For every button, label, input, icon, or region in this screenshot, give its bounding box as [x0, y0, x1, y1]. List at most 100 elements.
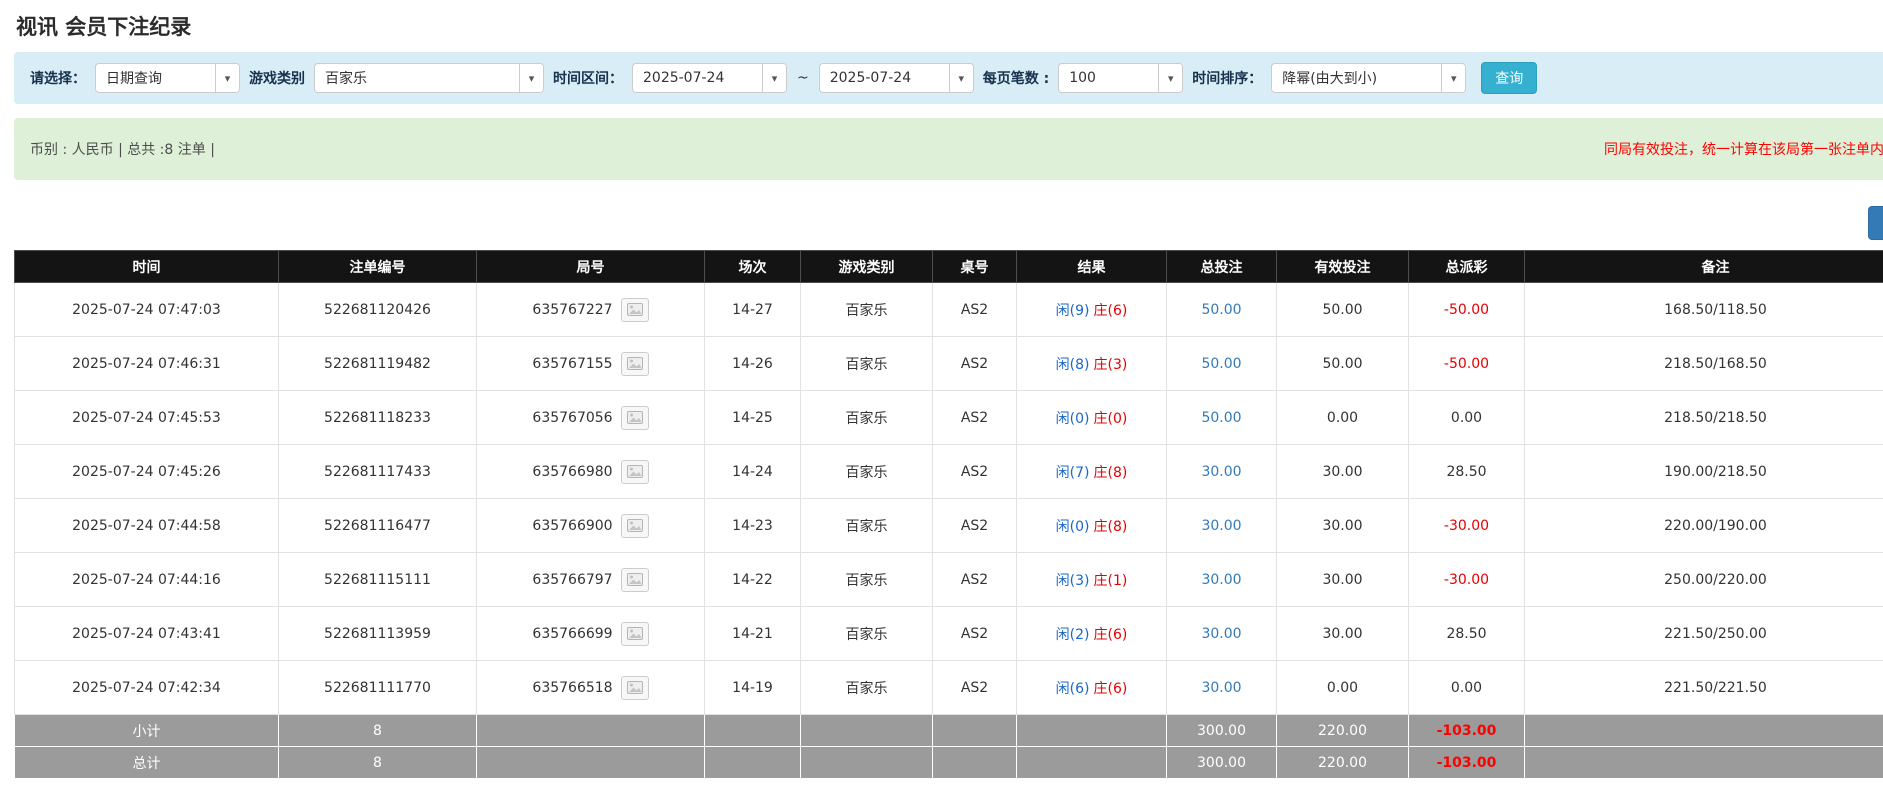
- chevron-down-icon[interactable]: ▾: [1441, 64, 1465, 92]
- cell-time: 2025-07-24 07:46:31: [15, 337, 279, 391]
- result-banker: 庄(6): [1094, 303, 1128, 319]
- subtotal-valid-bet: 220.00: [1277, 715, 1409, 747]
- table-row: 2025-07-24 07:44:16 522681115111 6357667…: [15, 553, 1883, 607]
- empty-cell: [477, 715, 705, 747]
- cell-bet-id: 522681120426: [279, 283, 477, 337]
- table-row: 2025-07-24 07:42:34 522681111770 6357665…: [15, 661, 1883, 715]
- empty-cell: [1017, 747, 1167, 779]
- cell-game-type: 百家乐: [801, 661, 933, 715]
- cell-game-type: 百家乐: [801, 499, 933, 553]
- total-bet-link[interactable]: 50.00: [1167, 337, 1277, 391]
- cell-bet-id: 522681119482: [279, 337, 477, 391]
- round-id-text: 635766900: [532, 518, 612, 534]
- chevron-down-icon[interactable]: ▾: [519, 64, 543, 92]
- sort-order-value: 降幂(由大到小): [1272, 68, 1387, 88]
- cell-valid-bet: 30.00: [1277, 607, 1409, 661]
- cell-table-no: AS2: [933, 337, 1017, 391]
- page-size-select[interactable]: 100 ▾: [1058, 63, 1183, 93]
- empty-cell: [1525, 715, 1883, 747]
- round-id-text: 635766518: [532, 680, 612, 696]
- date-range-label: 时间区间：: [553, 68, 623, 88]
- cell-valid-bet: 50.00: [1277, 337, 1409, 391]
- cell-note: 168.50/118.50: [1525, 283, 1883, 337]
- total-bet-link[interactable]: 50.00: [1167, 391, 1277, 445]
- chevron-down-icon[interactable]: ▾: [762, 64, 786, 92]
- header-note: 备注: [1525, 251, 1883, 283]
- game-type-label: 游戏类别: [249, 68, 305, 88]
- table-row: 2025-07-24 07:47:03 522681120426 6357672…: [15, 283, 1883, 337]
- result-player: 闲(6): [1056, 681, 1090, 697]
- chevron-down-icon[interactable]: ▾: [949, 64, 973, 92]
- chevron-down-icon[interactable]: ▾: [1158, 64, 1182, 92]
- game-record-icon[interactable]: [621, 676, 649, 700]
- total-bet-link[interactable]: 30.00: [1167, 661, 1277, 715]
- game-record-icon[interactable]: [621, 514, 649, 538]
- cell-valid-bet: 50.00: [1277, 283, 1409, 337]
- result-player: 闲(7): [1056, 465, 1090, 481]
- page-root: 视讯 会员下注纪录 请选择： 日期查询 ▾ 游戏类别 百家乐 ▾ 时间区间： 2…: [0, 0, 1883, 779]
- header-payout: 总派彩: [1409, 251, 1525, 283]
- game-record-icon[interactable]: [621, 352, 649, 376]
- header-round-id: 局号: [477, 251, 705, 283]
- cell-game-type: 百家乐: [801, 283, 933, 337]
- round-id-text: 635766980: [532, 464, 612, 480]
- game-record-icon[interactable]: [621, 406, 649, 430]
- search-button[interactable]: 查询: [1481, 62, 1537, 94]
- cell-round-id: 635766699: [477, 607, 705, 661]
- cell-result: 闲(2)庄(6): [1017, 607, 1167, 661]
- game-record-icon[interactable]: [621, 460, 649, 484]
- cell-bet-id: 522681116477: [279, 499, 477, 553]
- cell-note: 190.00/218.50: [1525, 445, 1883, 499]
- total-bet-link[interactable]: 30.00: [1167, 445, 1277, 499]
- game-record-icon[interactable]: [621, 298, 649, 322]
- query-mode-select[interactable]: 日期查询 ▾: [95, 63, 240, 93]
- empty-cell: [1017, 715, 1167, 747]
- cell-note: 220.00/190.00: [1525, 499, 1883, 553]
- cell-payout: 0.00: [1409, 391, 1525, 445]
- empty-cell: [933, 715, 1017, 747]
- subtotal-label: 小计: [15, 715, 279, 747]
- cell-valid-bet: 30.00: [1277, 553, 1409, 607]
- cell-payout: 28.50: [1409, 607, 1525, 661]
- cell-round-id: 635767056: [477, 391, 705, 445]
- date-from-picker[interactable]: 2025-07-24 ▾: [632, 63, 787, 93]
- total-bet-link[interactable]: 30.00: [1167, 499, 1277, 553]
- total-total-bet: 300.00: [1167, 747, 1277, 779]
- cell-note: 218.50/168.50: [1525, 337, 1883, 391]
- cell-time: 2025-07-24 07:47:03: [15, 283, 279, 337]
- cell-payout: 28.50: [1409, 445, 1525, 499]
- cell-payout: 0.00: [1409, 661, 1525, 715]
- subtotal-payout: -103.00: [1409, 715, 1525, 747]
- cell-time: 2025-07-24 07:45:26: [15, 445, 279, 499]
- round-id-text: 635767155: [532, 356, 612, 372]
- game-record-icon[interactable]: [621, 622, 649, 646]
- total-bet-link[interactable]: 30.00: [1167, 553, 1277, 607]
- game-type-value: 百家乐: [315, 68, 377, 88]
- cell-table-no: AS2: [933, 607, 1017, 661]
- summary-note: 同局有效投注，统一计算在该局第一张注单内: [1604, 139, 1883, 159]
- sort-order-select[interactable]: 降幂(由大到小) ▾: [1271, 63, 1466, 93]
- total-bet-link[interactable]: 30.00: [1167, 607, 1277, 661]
- cell-time: 2025-07-24 07:43:41: [15, 607, 279, 661]
- cell-note: 221.50/250.00: [1525, 607, 1883, 661]
- cell-table-no: AS2: [933, 499, 1017, 553]
- empty-cell: [705, 715, 801, 747]
- result-banker: 庄(0): [1094, 411, 1128, 427]
- date-range-separator: ~: [796, 70, 810, 86]
- empty-cell: [801, 715, 933, 747]
- cell-bet-id: 522681117433: [279, 445, 477, 499]
- cell-bet-id: 522681111770: [279, 661, 477, 715]
- table-row: 2025-07-24 07:44:58 522681116477 6357669…: [15, 499, 1883, 553]
- cell-table-no: AS2: [933, 283, 1017, 337]
- partial-action-button[interactable]: [1868, 206, 1883, 240]
- cell-round-id: 635766797: [477, 553, 705, 607]
- cell-note: 218.50/218.50: [1525, 391, 1883, 445]
- header-valid-bet: 有效投注: [1277, 251, 1409, 283]
- subtotal-total-bet: 300.00: [1167, 715, 1277, 747]
- game-record-icon[interactable]: [621, 568, 649, 592]
- chevron-down-icon[interactable]: ▾: [215, 64, 239, 92]
- total-bet-link[interactable]: 50.00: [1167, 283, 1277, 337]
- date-to-picker[interactable]: 2025-07-24 ▾: [819, 63, 974, 93]
- game-type-select[interactable]: 百家乐 ▾: [314, 63, 544, 93]
- empty-cell: [801, 747, 933, 779]
